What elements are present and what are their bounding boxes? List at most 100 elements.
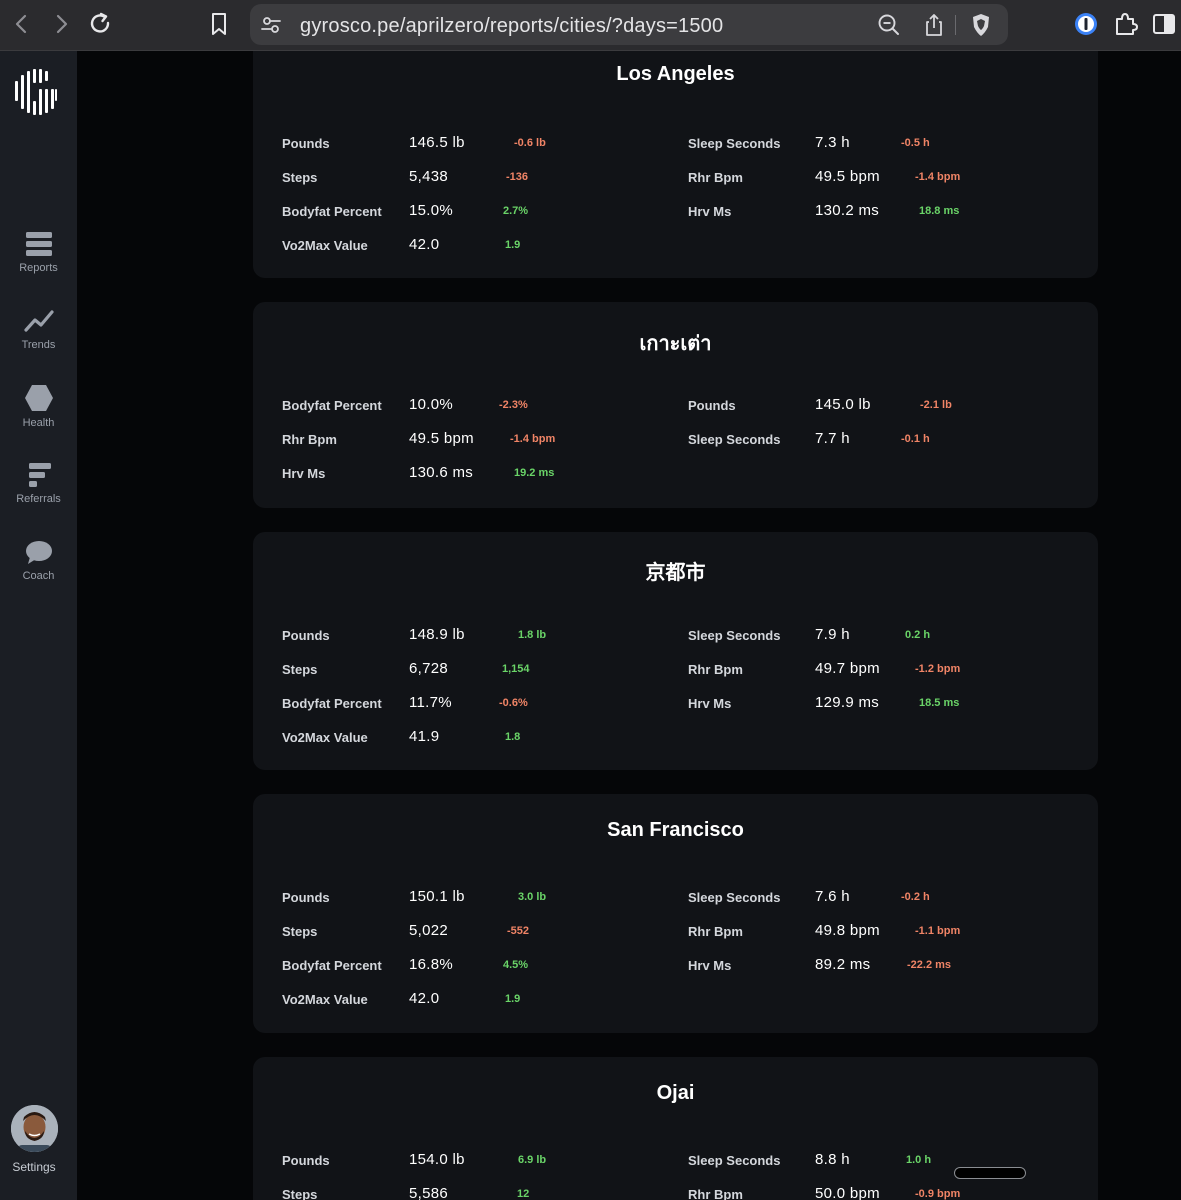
metric-value: 49.7 bpm: [815, 660, 880, 677]
back-icon[interactable]: [9, 11, 35, 37]
metric-delta: -22.2 ms: [907, 959, 952, 971]
city-card: เกาะเต่า Bodyfat Percent 10.0% -2.3% Rhr…: [253, 302, 1098, 508]
metric-value: 6,728: [409, 660, 449, 677]
metric-label: Vo2Max Value: [282, 992, 368, 1007]
referrals-icon: [28, 463, 51, 487]
browser-toolbar: gyrosco.pe/aprilzero/reports/cities/?day…: [0, 0, 1181, 51]
metric-label: Steps: [282, 170, 318, 185]
metric-value: 11.7%: [409, 694, 452, 711]
scroll-indicator[interactable]: [954, 1167, 1026, 1179]
metric-label: Rhr Bpm: [688, 662, 743, 677]
zoom-out-icon[interactable]: [876, 12, 902, 38]
metric-label: Sleep Seconds: [688, 432, 781, 447]
metric-label: Bodyfat Percent: [282, 204, 382, 219]
metric-label: Vo2Max Value: [282, 730, 368, 745]
settings-link[interactable]: Settings: [0, 1160, 68, 1174]
metric-label: Sleep Seconds: [688, 890, 781, 905]
metric-delta: 4.5%: [503, 959, 529, 971]
metric-delta: 1.0 h: [906, 1154, 932, 1166]
sidebar-item-label: Health: [22, 417, 55, 429]
metric-value: 7.6 h: [815, 888, 850, 905]
metric-delta: 0.2 h: [905, 629, 931, 641]
coach-icon: [25, 541, 52, 564]
sidebar-item-coach[interactable]: Coach: [0, 539, 77, 599]
metric-delta: -0.1 h: [901, 433, 930, 445]
metric-label: Hrv Ms: [688, 204, 732, 219]
sidebar-item-trends[interactable]: Trends: [0, 308, 77, 368]
reload-icon[interactable]: [87, 11, 113, 37]
metric-label: Sleep Seconds: [688, 136, 781, 151]
address-bar-divider: [955, 15, 956, 35]
metric-value: 5,438: [409, 168, 449, 185]
metric-delta: 1.8: [505, 731, 521, 743]
metric-value: 129.9 ms: [815, 694, 880, 711]
metric-label: Steps: [282, 1187, 318, 1200]
address-bar[interactable]: gyrosco.pe/aprilzero/reports/cities/?day…: [250, 4, 1008, 45]
metric-label: Hrv Ms: [688, 696, 732, 711]
gyroscope-logo[interactable]: [13, 67, 59, 117]
metric-delta: -2.3%: [499, 399, 528, 411]
metric-value: 146.5 lb: [409, 134, 465, 151]
bookmark-icon[interactable]: [206, 11, 232, 37]
metric-value: 49.5 bpm: [409, 430, 474, 447]
metric-delta: -136: [506, 171, 529, 183]
password-manager-icon[interactable]: [1073, 11, 1099, 37]
city-card: San Francisco Pounds 150.1 lb 3.0 lb Ste…: [253, 794, 1098, 1033]
metric-label: Pounds: [282, 136, 330, 151]
metric-delta: -0.2 h: [901, 891, 930, 903]
metric-label: Bodyfat Percent: [282, 696, 382, 711]
metric-label: Pounds: [282, 628, 330, 643]
sidebar-item-referrals[interactable]: Referrals: [0, 462, 77, 522]
metric-delta: 1.9: [505, 239, 521, 251]
brave-shield-icon[interactable]: [968, 12, 994, 38]
avatar[interactable]: [11, 1105, 58, 1152]
city-name: San Francisco: [607, 819, 744, 841]
site-settings-icon[interactable]: [258, 12, 284, 38]
extensions-icon[interactable]: [1112, 11, 1138, 37]
metric-delta: 12: [517, 1188, 530, 1200]
metric-label: Vo2Max Value: [282, 238, 368, 253]
metric-label: Rhr Bpm: [688, 170, 743, 185]
metric-label: Sleep Seconds: [688, 628, 781, 643]
metric-delta: 2.7%: [503, 205, 529, 217]
metric-delta: 18.8 ms: [919, 205, 960, 217]
metric-label: Bodyfat Percent: [282, 958, 382, 973]
sidebar-toggle-icon[interactable]: [1151, 11, 1177, 37]
metric-value: 148.9 lb: [409, 626, 465, 643]
metric-delta: -2.1 lb: [920, 399, 952, 411]
metric-delta: 6.9 lb: [518, 1154, 547, 1166]
metric-delta: 1,154: [502, 663, 530, 675]
city-name: Los Angeles: [616, 63, 735, 85]
metric-value: 50.0 bpm: [815, 1185, 880, 1200]
sidebar-item-health[interactable]: Health: [0, 384, 77, 444]
metric-label: Hrv Ms: [282, 466, 326, 481]
metric-value: 49.8 bpm: [815, 922, 880, 939]
city-name: 京都市: [645, 562, 706, 584]
city-card: 京都市 Pounds 148.9 lb 1.8 lb Steps 6,728 1…: [253, 532, 1098, 770]
city-name: เกาะเต่า: [639, 333, 712, 355]
forward-icon[interactable]: [48, 11, 74, 37]
metric-value: 154.0 lb: [409, 1151, 465, 1168]
sidebar-item-reports[interactable]: Reports: [0, 231, 77, 291]
metric-label: Rhr Bpm: [688, 1187, 743, 1200]
app-sidebar: Reports Trends Health Referrals Coach Se…: [0, 51, 77, 1200]
metric-value: 130.6 ms: [409, 464, 474, 481]
share-icon[interactable]: [921, 12, 947, 38]
metric-label: Bodyfat Percent: [282, 398, 382, 413]
reports-icon: [25, 232, 52, 256]
sidebar-item-label: Trends: [21, 339, 56, 351]
metric-delta: -0.9 bpm: [915, 1188, 961, 1200]
metric-delta: -0.5 h: [901, 137, 930, 149]
url-text[interactable]: gyrosco.pe/aprilzero/reports/cities/?day…: [300, 15, 723, 38]
metric-value: 5,022: [409, 922, 449, 939]
metric-delta: -0.6 lb: [514, 137, 546, 149]
metric-label: Steps: [282, 924, 318, 939]
sidebar-item-label: Referrals: [16, 493, 61, 505]
metric-value: 150.1 lb: [409, 888, 465, 905]
metric-label: Steps: [282, 662, 318, 677]
metric-value: 5,586: [409, 1185, 449, 1200]
metric-value: 7.7 h: [815, 430, 850, 447]
metric-delta: 18.5 ms: [919, 697, 960, 709]
metric-label: Rhr Bpm: [282, 432, 337, 447]
metric-delta: -1.1 bpm: [915, 925, 961, 937]
